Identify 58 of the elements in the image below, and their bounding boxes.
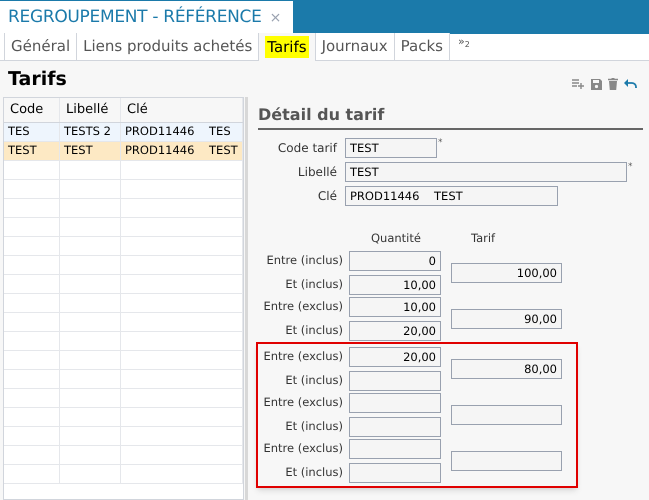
input-field[interactable]: 0: [349, 251, 441, 271]
field-label: Clé: [316, 188, 338, 205]
column-header: Tarif: [470, 230, 496, 246]
input-field[interactable]: [451, 451, 562, 471]
column-header: Quantité: [371, 230, 421, 246]
field-label: Et (inclus): [284, 372, 344, 390]
save-icon[interactable]: [591, 78, 602, 90]
input-field[interactable]: 100,00: [451, 263, 562, 283]
field-label: Entre (exclus): [262, 348, 344, 366]
document-tab-title: REGROUPEMENT - RÉFÉRENCE: [8, 5, 262, 30]
undo-icon[interactable]: [624, 79, 637, 89]
field-label: Libellé: [296, 164, 338, 181]
input-field[interactable]: 10,00: [349, 275, 441, 295]
column-header[interactable]: Clé: [121, 98, 243, 122]
required-mark: *: [628, 162, 632, 172]
input-field[interactable]: [349, 393, 441, 413]
tab[interactable]: Packs: [394, 33, 449, 60]
table-row[interactable]: TEST TEST PROD11446 TEST: [4, 142, 243, 161]
input-field[interactable]: [349, 371, 441, 391]
table-cell: PROD11446 TEST: [121, 142, 243, 160]
input-field[interactable]: TEST: [345, 162, 627, 182]
field-label: Entre (exclus): [262, 394, 344, 412]
field-label: Entre (exclus): [262, 440, 344, 458]
input-field[interactable]: PROD11446 TEST: [345, 186, 558, 206]
tab[interactable]: Journaux: [314, 33, 394, 60]
input-field[interactable]: [349, 417, 441, 437]
document-tab[interactable]: REGROUPEMENT - RÉFÉRENCE ×: [0, 1, 294, 35]
field-label: Entre (exclus): [262, 298, 344, 316]
field-label: Et (inclus): [284, 464, 344, 482]
required-mark: *: [438, 138, 442, 148]
page-heading: Tarifs: [8, 66, 67, 92]
input-field[interactable]: [451, 405, 562, 425]
field-label: Et (inclus): [284, 276, 344, 294]
table-cell: TEST: [4, 142, 60, 160]
input-field[interactable]: TEST: [345, 138, 437, 158]
table-cell: TES: [4, 123, 60, 141]
tab[interactable]: Liens produits achetés: [76, 33, 258, 60]
section-title: Détail du tarif: [258, 103, 643, 130]
field-label: Et (inclus): [284, 322, 344, 340]
field-label: Entre (inclus): [265, 252, 344, 270]
input-field[interactable]: 90,00: [451, 309, 562, 329]
input-field[interactable]: 80,00: [451, 359, 562, 379]
field-label: Code tarif: [276, 140, 338, 157]
input-field[interactable]: [349, 463, 441, 483]
table-cell: PROD11446 TES: [121, 123, 243, 141]
field-label: Et (inclus): [284, 418, 344, 436]
input-field[interactable]: 20,00: [349, 347, 441, 367]
table-row[interactable]: TES TESTS 2 PROD11446 TES: [4, 123, 243, 142]
column-header[interactable]: Code: [4, 98, 60, 122]
trash-icon[interactable]: [608, 78, 618, 90]
input-field[interactable]: [349, 439, 441, 459]
input-field[interactable]: 10,00: [349, 297, 441, 317]
tab[interactable]: Tarifs: [258, 33, 315, 61]
column-header[interactable]: Libellé: [60, 98, 121, 122]
add-line-icon[interactable]: [572, 79, 585, 89]
table-cell: TESTS 2: [60, 123, 121, 141]
input-field[interactable]: 20,00: [349, 321, 441, 341]
table-cell: TEST: [60, 142, 121, 160]
